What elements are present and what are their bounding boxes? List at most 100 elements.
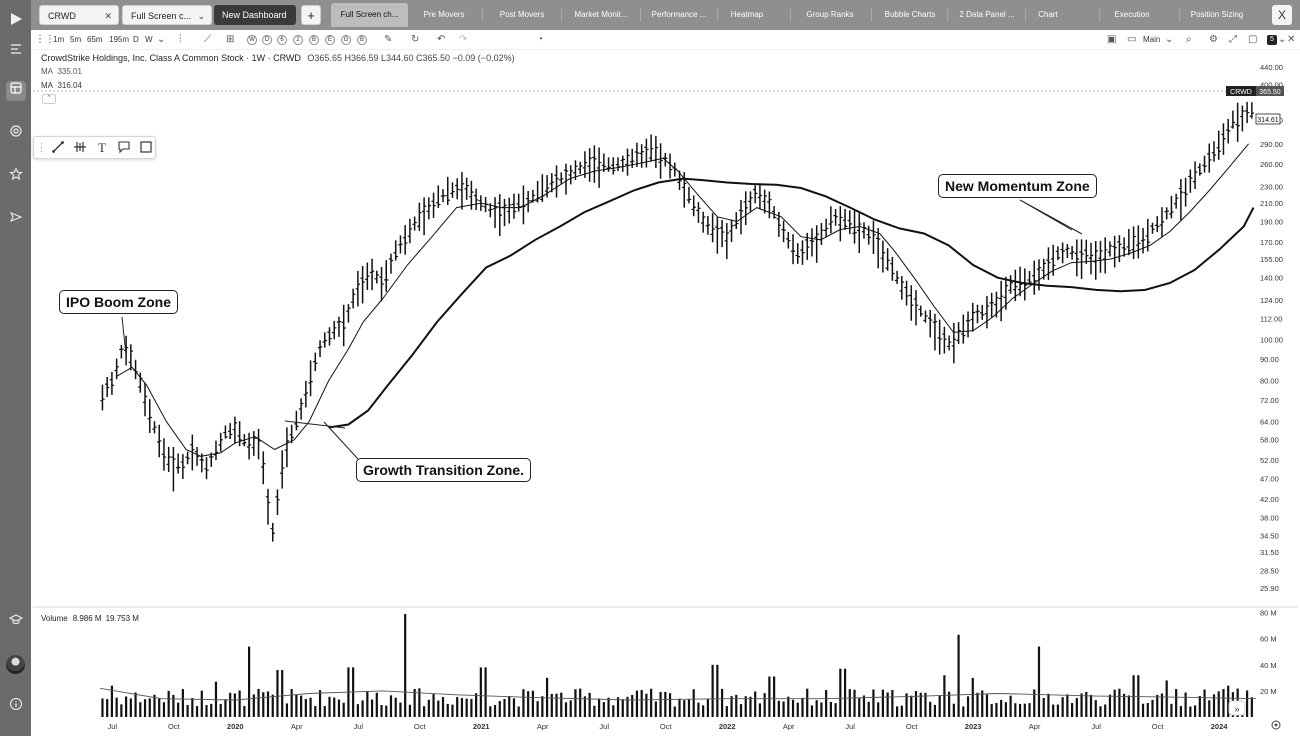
text-tool-icon[interactable]: T xyxy=(94,140,110,156)
price-bar xyxy=(1178,178,1184,221)
time-tick: Oct xyxy=(1152,722,1165,731)
growth-transition-callout: Growth Transition Zone. xyxy=(356,458,531,482)
axis-settings-icon[interactable] xyxy=(1271,720,1281,730)
rectangle-icon[interactable] xyxy=(138,140,154,156)
price-bar xyxy=(1188,169,1193,193)
price-bar xyxy=(204,457,209,480)
price-bar xyxy=(412,216,417,231)
price-bar xyxy=(1069,246,1075,260)
price-bar xyxy=(431,192,436,218)
price-bar xyxy=(648,134,654,162)
axes: 440.00400.00330.00290.00260.00230.00210.… xyxy=(108,63,1283,731)
volume-bar xyxy=(1014,703,1017,717)
price-tick: 58.00 xyxy=(1260,436,1279,445)
price-bar xyxy=(511,193,517,219)
price-bar xyxy=(261,451,266,485)
ma2-value: 316.04 xyxy=(57,81,82,90)
volume-bar xyxy=(564,702,568,717)
volume-bar xyxy=(219,704,222,717)
time-tick: Oct xyxy=(906,722,919,731)
price-bar xyxy=(998,280,1004,322)
volume-bar xyxy=(106,699,109,717)
volume-bar xyxy=(342,702,345,717)
volume-bar xyxy=(1189,706,1192,717)
volume-bar xyxy=(654,701,657,717)
volume-bar xyxy=(115,697,118,717)
volume-bar xyxy=(1028,703,1031,717)
volume-bar xyxy=(659,691,662,717)
volume-bar xyxy=(527,691,530,717)
drag-handle-icon[interactable]: ⋮ xyxy=(36,140,47,156)
price-bar xyxy=(828,206,834,234)
volume-bar xyxy=(867,701,870,717)
price-bar xyxy=(559,172,564,184)
price-bar xyxy=(256,428,261,460)
price-bar xyxy=(402,225,408,255)
price-bar xyxy=(180,454,186,480)
price-bar xyxy=(1055,246,1061,261)
volume-bar xyxy=(210,703,213,717)
price-bar xyxy=(1164,207,1169,220)
comment-icon[interactable] xyxy=(116,140,132,156)
volume-bar xyxy=(843,668,847,717)
scroll-latest-button[interactable]: » xyxy=(1228,700,1246,716)
collapse-legend-button[interactable]: ⌃ xyxy=(42,94,56,104)
price-chart[interactable]: 440.00400.00330.00290.00260.00230.00210.… xyxy=(0,0,1300,736)
volume-bar xyxy=(579,688,582,717)
volume-bar xyxy=(238,690,241,717)
volume-bar xyxy=(877,702,880,717)
volume-bar xyxy=(475,693,478,717)
fib-icon[interactable] xyxy=(72,140,88,156)
volume-bar xyxy=(678,698,681,717)
volume-bar xyxy=(598,698,601,717)
volume-bar xyxy=(224,699,227,717)
volume-bar xyxy=(1179,706,1182,717)
price-bar xyxy=(100,384,105,411)
ma1-value: 335.01 xyxy=(57,67,82,76)
volume-bar xyxy=(1033,689,1036,717)
price-bar xyxy=(1150,222,1155,234)
time-tick: 2022 xyxy=(719,722,736,731)
price-bar xyxy=(1192,161,1198,190)
price-bar xyxy=(459,172,465,210)
volume-bar xyxy=(862,695,866,717)
time-tick: Jul xyxy=(845,722,855,731)
price-bar xyxy=(540,174,545,202)
volume-bar xyxy=(702,705,705,717)
trendline-icon[interactable] xyxy=(50,140,66,156)
price-bar xyxy=(577,161,583,175)
price-bar xyxy=(795,243,800,264)
volume-bar xyxy=(773,676,776,717)
volume-bar xyxy=(508,696,511,717)
volume-bar xyxy=(186,704,189,717)
price-bar xyxy=(213,440,219,461)
volume-bar xyxy=(314,706,317,717)
price-bar xyxy=(194,446,200,466)
volume-bar xyxy=(796,702,799,717)
volume-bar xyxy=(971,677,974,717)
price-bar xyxy=(251,431,257,456)
volume-bar xyxy=(1203,689,1206,717)
volume-bar xyxy=(356,704,359,717)
price-tick: 140.00 xyxy=(1260,274,1283,283)
price-tick: 210.00 xyxy=(1260,199,1283,208)
time-tick: Apr xyxy=(783,722,795,731)
price-bar xyxy=(1221,123,1226,155)
price-tick: 100.00 xyxy=(1260,336,1283,345)
price-bar xyxy=(752,185,758,204)
volume-bar xyxy=(361,700,364,717)
volume-bar xyxy=(621,699,624,717)
price-bar xyxy=(1235,102,1240,142)
price-bar xyxy=(989,292,994,318)
volume-bar xyxy=(706,698,709,717)
volume-bar xyxy=(531,690,534,717)
price-bar xyxy=(1107,241,1113,257)
volume-bar xyxy=(1070,703,1074,717)
volume-bar xyxy=(290,689,293,717)
price-bar xyxy=(104,377,110,397)
price-bar xyxy=(1169,195,1174,219)
price-bar xyxy=(152,421,157,434)
price-bar xyxy=(984,296,990,329)
volume-bar xyxy=(749,696,752,717)
volume-bar xyxy=(763,693,766,717)
